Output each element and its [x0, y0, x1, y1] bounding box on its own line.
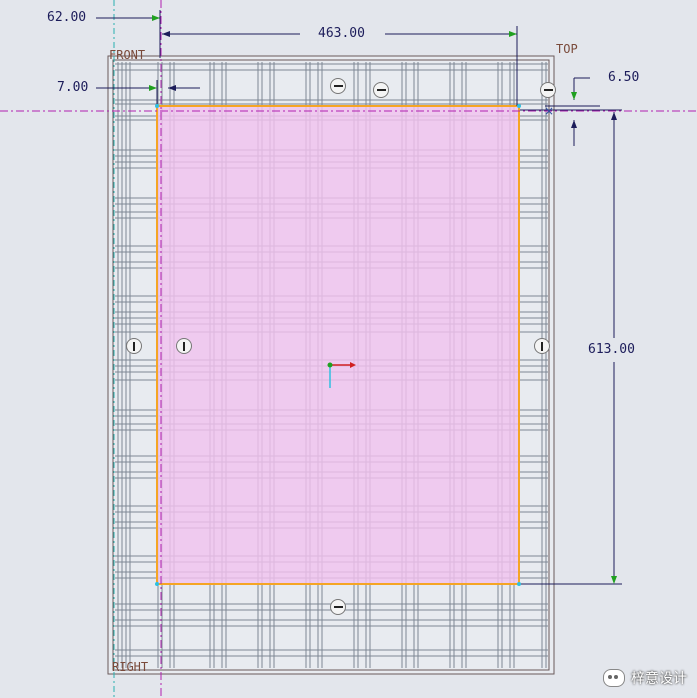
plane-label-top: TOP: [556, 42, 578, 56]
horizontal-constraint-icon[interactable]: [330, 599, 346, 615]
dim-inner-offset[interactable]: 7.00: [57, 80, 88, 95]
dim-left-offset[interactable]: 62.00: [47, 10, 86, 25]
point-constraint-icon[interactable]: [540, 82, 556, 98]
sketch-region[interactable]: [156, 105, 520, 585]
dim-top-offset[interactable]: 6.50: [608, 70, 639, 85]
horizontal-constraint-icon[interactable]: [330, 78, 346, 94]
top-right-cross: ×: [544, 104, 554, 118]
vertical-constraint-icon[interactable]: [176, 338, 192, 354]
watermark-text: 梓意设计: [631, 671, 687, 687]
plane-label-right: RIGHT: [112, 660, 149, 674]
vertical-constraint-icon[interactable]: [534, 338, 550, 354]
vertical-constraint-icon[interactable]: [126, 338, 142, 354]
horizontal-constraint-icon[interactable]: [373, 82, 389, 98]
dim-width[interactable]: 463.00: [318, 26, 365, 41]
wechat-icon: [603, 669, 625, 687]
watermark: 梓意设计: [603, 668, 687, 688]
dim-height[interactable]: 613.00: [588, 342, 635, 357]
plane-label-front: FRONT: [109, 48, 146, 62]
